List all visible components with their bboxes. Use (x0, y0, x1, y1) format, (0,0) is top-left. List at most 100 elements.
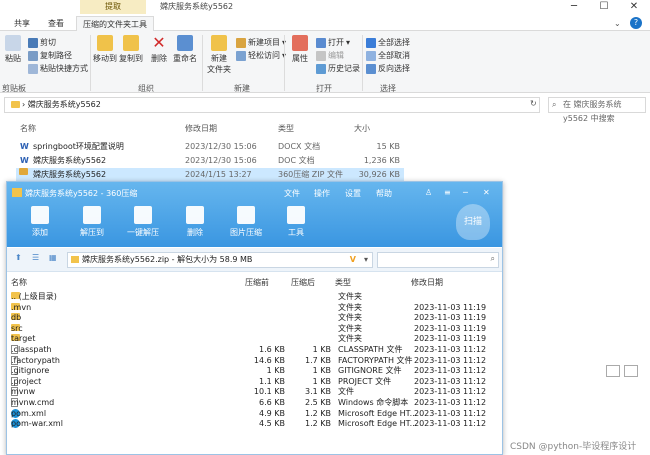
zip-item-before: 6.6 KB (259, 398, 285, 407)
large-icons-view-icon[interactable] (624, 365, 638, 377)
v-badge-icon[interactable]: V (350, 253, 356, 267)
menu-settings[interactable]: 设置 (345, 188, 361, 199)
zip-item-date: 2023-11-03 11:12 (414, 387, 487, 397)
open-button[interactable]: 打开 ▾ (316, 37, 350, 48)
menu-help[interactable]: 帮助 (376, 188, 392, 199)
select-all-button[interactable]: 全部选择 (366, 37, 410, 48)
paste-shortcut-icon (28, 63, 38, 74)
properties-button[interactable]: 属性 (287, 35, 313, 64)
zip-item-type: Microsoft Edge HT... (338, 408, 418, 418)
help-icon[interactable]: ? (630, 17, 642, 29)
new-folder-label: 新建 文件夹 (207, 54, 231, 74)
menu-file[interactable]: 文件 (284, 188, 300, 199)
maximize-icon[interactable]: ☐ (590, 0, 618, 14)
zip-list-item[interactable]: .factorypath 14.6 KB 1.7 KB FACTORYPATH 文件 2… (7, 355, 502, 367)
close-icon[interactable]: ✕ (483, 188, 490, 197)
column-header-size[interactable]: 大小 (354, 123, 370, 134)
zip-list-item[interactable]: db 文件夹 2023-11-03 11:19 (7, 313, 502, 324)
file-row-selected[interactable]: 嫦庆服务系统y5562 2024/1/15 13:27 360压缩 ZIP 文件… (16, 168, 404, 181)
zip-item-before: 14.6 KB (253, 355, 285, 365)
zip-list-item[interactable]: pom-war.xml 4.5 KB 1.2 KB Microsoft Edge HT… (7, 419, 502, 430)
copy-to-button[interactable]: 复制到 (118, 35, 144, 64)
zip-item-type: Windows 命令脚本 (338, 398, 409, 407)
column-header-date[interactable]: 修改日期 (185, 123, 217, 134)
shirt-icon[interactable]: ♙ (425, 188, 432, 197)
zip-item-name: mvnw.cmd (11, 398, 55, 407)
zip-path-field[interactable]: 嫦庆服务系统y5562.zip - 解包大小为 58.9 MB V ▾ (67, 252, 373, 268)
file-row[interactable]: W springboot环境配置说明 2023/12/30 15:06 DOCX… (16, 140, 404, 153)
column-header-type[interactable]: 类型 (278, 123, 294, 134)
details-view-icon[interactable] (606, 365, 620, 377)
zip-list-item[interactable]: .gitignore 1 KB 1 KB GITIGNORE 文件 2023-11-03… (7, 366, 502, 377)
zip-search-input[interactable]: ⌕ (377, 252, 499, 268)
tab-share[interactable]: 共享 (8, 16, 36, 31)
zip-list-item[interactable]: src 文件夹 2023-11-03 11:19 (7, 323, 502, 335)
clipboard-icon (5, 35, 21, 51)
move-to-button[interactable]: 移动到 (92, 35, 118, 64)
tab-view[interactable]: 查看 (42, 16, 70, 31)
add-button[interactable]: 添加 (22, 206, 58, 238)
edit-button[interactable]: 编辑 (316, 50, 344, 61)
up-arrow-icon[interactable]: ⬆ (15, 253, 22, 262)
zip-list-item[interactable]: .classpath 1.6 KB 1 KB CLASSPATH 文件 2023-11-… (7, 345, 502, 356)
menu-operation[interactable]: 操作 (314, 188, 330, 199)
address-bar[interactable]: › 嫦庆服务系统y5562 (4, 97, 540, 113)
close-icon[interactable]: ✕ (620, 0, 648, 14)
rename-icon (177, 35, 193, 51)
zip-list-item[interactable]: .. (上级目录) 文件夹 (7, 292, 502, 303)
invert-select-label: 反向选择 (378, 64, 410, 73)
cut-button[interactable]: 剪切 (28, 37, 56, 48)
zip-list-item[interactable]: .mvn 文件夹 2023-11-03 11:19 (7, 302, 502, 314)
image-compress-label: 图片压缩 (230, 228, 262, 237)
tools-button[interactable]: 工具 (278, 206, 314, 238)
zip-item-after: 3.1 KB (305, 387, 331, 397)
zip-list-item[interactable]: target 文件夹 2023-11-03 11:19 (7, 334, 502, 345)
rename-button[interactable]: 重命名 (172, 35, 198, 64)
move-folder-icon (97, 35, 113, 51)
image-compress-button[interactable]: 图片压缩 (226, 206, 266, 238)
zip-list-item[interactable]: .project 1.1 KB 1 KB PROJECT 文件 2023-11-03 1… (7, 376, 502, 388)
zip-list-item[interactable]: mvnw 10.1 KB 3.1 KB 文件 2023-11-03 11:12 (7, 387, 502, 398)
zip-item-before: 1.6 KB (259, 345, 285, 354)
paste-button[interactable]: 粘贴 (0, 35, 26, 64)
zip-col-after[interactable]: 压缩后 (291, 277, 315, 288)
context-tab-extract[interactable]: 提取 (80, 0, 146, 14)
minimize-icon[interactable]: ─ (463, 188, 468, 197)
copy-path-button[interactable]: 复制路径 (28, 50, 72, 61)
menu-icon[interactable]: ≡ (444, 188, 451, 197)
history-button[interactable]: 历史记录 (316, 63, 360, 74)
zip-col-type[interactable]: 类型 (335, 277, 351, 288)
zip-item-date: 2023-11-03 11:12 (414, 345, 487, 354)
minimize-icon[interactable]: ─ (560, 0, 588, 14)
delete-button[interactable]: ✕ 删除 (146, 35, 172, 64)
invert-select-button[interactable]: 反向选择 (366, 63, 410, 74)
extract-to-button[interactable]: 解压到 (74, 206, 110, 238)
list-view-icon[interactable]: ☰ (32, 253, 39, 262)
thumbnail-view-icon[interactable]: ▦ (49, 253, 57, 262)
easy-access-button[interactable]: 轻松访问▾ (236, 50, 286, 61)
zip-item-name: .mvn (11, 302, 32, 312)
zip-item-name: db (11, 313, 22, 323)
tab-compressed-tools[interactable]: 压缩的文件夹工具 (76, 16, 154, 31)
zip-col-name[interactable]: 名称 (11, 277, 27, 288)
zip-item-name: .classpath (11, 345, 52, 354)
select-none-button[interactable]: 全部取消 (366, 50, 410, 61)
file-row[interactable]: W 嫦庆服务系统y5562 2023/12/30 15:06 DOC 文档 1,… (16, 154, 404, 167)
new-folder-icon (211, 35, 227, 51)
search-input[interactable]: ⌕ 在 嫦庆服务系统y5562 中搜索 (548, 97, 646, 123)
new-item-button[interactable]: 新建项目▾ (236, 37, 286, 48)
zip-list-item[interactable]: mvnw.cmd 6.6 KB 2.5 KB Windows 命令脚本 2023-11-… (7, 398, 502, 409)
zip-list-item[interactable]: pom.xml 4.9 KB 1.2 KB Microsoft Edge HT... 2… (7, 408, 502, 420)
one-click-extract-button[interactable]: 一键解压 (125, 206, 161, 238)
zip-col-before[interactable]: 压缩前 (245, 277, 269, 288)
dropdown-arrow-icon[interactable]: ▾ (364, 253, 368, 267)
delete-button[interactable]: 删除 (177, 206, 213, 238)
chevron-down-icon[interactable]: ⌄ (614, 19, 621, 28)
new-folder-button[interactable]: 新建 文件夹 (204, 35, 234, 75)
zip-item-type: 文件夹 (338, 313, 362, 323)
column-header-name[interactable]: 名称 (20, 123, 36, 134)
paste-shortcut-button[interactable]: 粘贴快捷方式 (28, 63, 88, 74)
scan-shield-button[interactable]: 扫描 (456, 204, 490, 240)
zip-col-date[interactable]: 修改日期 (411, 277, 443, 288)
refresh-icon[interactable]: ↻ (530, 99, 537, 108)
